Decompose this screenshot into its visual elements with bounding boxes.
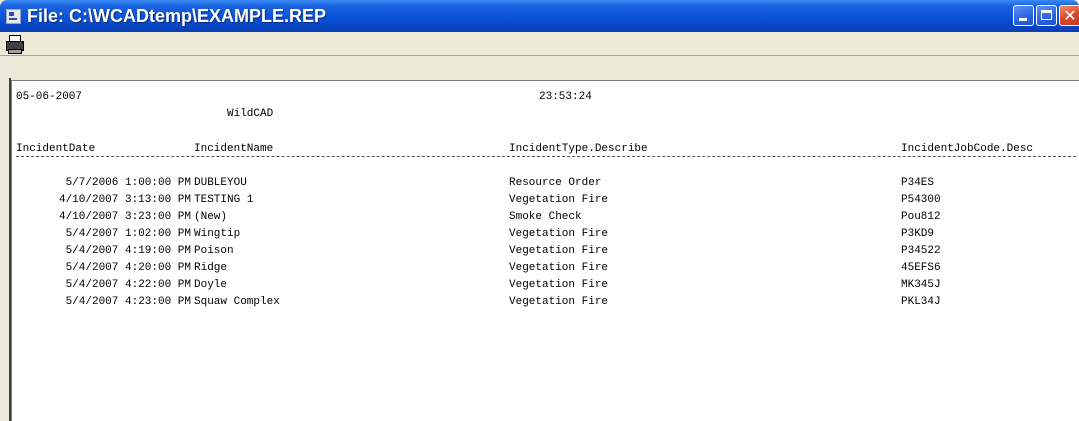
job-code-cell: 45EFS6 [901,262,941,274]
incident-type-cell: Resource Order [509,177,602,189]
job-code-cell: P34522 [901,245,941,257]
incident-name-cell: Ridge [194,262,228,274]
report-window: File: C:\WCADtemp\EXAMPLE.REP ✕ 05-06-20… [0,0,1079,421]
incident-date-cell: 5/4/2007 4:19:00 PM [65,245,191,257]
incident-type-cell: Vegetation Fire [509,194,609,206]
table-row: 5/4/2007 4:22:00 PM Doyle Vegetation Fir… [12,279,1079,296]
header-divider [16,156,1076,158]
incident-date-cell: 4/10/2007 3:13:00 PM [58,194,191,206]
column-header-incident-type: IncidentType.Describe [509,143,648,155]
incident-date-cell: 5/4/2007 4:20:00 PM [65,262,191,274]
minimize-icon [1019,18,1027,21]
incident-name-cell: Wingtip [194,228,241,240]
report-app-name: WildCAD [227,108,274,120]
window-title: File: C:\WCADtemp\EXAMPLE.REP [27,6,327,26]
maximize-icon [1041,10,1052,20]
incident-type-cell: Smoke Check [509,211,582,223]
incident-type-cell: Vegetation Fire [509,245,609,257]
table-row: 4/10/2007 3:23:00 PM (New) Smoke Check P… [12,211,1079,228]
table-row: 4/10/2007 3:13:00 PM TESTING 1 Vegetatio… [12,194,1079,211]
job-code-cell: Pou812 [901,211,941,223]
job-code-cell: P54300 [901,194,941,206]
job-code-cell: P34ES [901,177,935,189]
table-row: 5/4/2007 1:02:00 PM Wingtip Vegetation F… [12,228,1079,245]
toolbar [0,32,1079,78]
report-date: 05-06-2007 [16,91,83,103]
incident-name-cell: TESTING 1 [194,194,254,206]
close-icon: ✕ [1063,6,1077,25]
minimize-button[interactable] [1013,5,1034,26]
print-button[interactable] [5,34,25,54]
table-row: 5/4/2007 4:20:00 PM Ridge Vegetation Fir… [12,262,1079,279]
report-view[interactable]: 05-06-2007 23:53:24 WildCAD IncidentDate… [11,80,1079,421]
document-icon[interactable] [6,9,21,24]
incident-name-cell: DUBLEYOU [194,177,247,189]
column-header-incident-name: IncidentName [194,143,274,155]
maximize-button[interactable] [1036,5,1057,26]
job-code-cell: PKL34J [901,296,941,308]
incident-date-cell: 5/4/2007 4:22:00 PM [65,279,191,291]
job-code-cell: MK345J [901,279,941,291]
incident-name-cell: (New) [194,211,228,223]
incident-name-cell: Squaw Complex [194,296,280,308]
incident-name-cell: Poison [194,245,234,257]
incident-date-cell: 5/4/2007 1:02:00 PM [65,228,191,240]
title-bar[interactable]: File: C:\WCADtemp\EXAMPLE.REP ✕ [0,0,1079,32]
job-code-cell: P3KD9 [901,228,935,240]
incident-type-cell: Vegetation Fire [509,279,609,291]
table-row: 5/4/2007 4:23:00 PM Squaw Complex Vegeta… [12,296,1079,313]
incident-type-cell: Vegetation Fire [509,228,609,240]
toolbar-divider [0,55,1079,56]
incident-date-cell: 4/10/2007 3:23:00 PM [58,211,191,223]
column-header-incident-date: IncidentDate [16,143,96,155]
incident-type-cell: Vegetation Fire [509,296,609,308]
incident-name-cell: Doyle [194,279,228,291]
incident-date-cell: 5/7/2006 1:00:00 PM [65,177,191,189]
table-row: 5/7/2006 1:00:00 PM DUBLEYOU Resource Or… [12,177,1079,194]
incident-date-cell: 5/4/2007 4:23:00 PM [65,296,191,308]
report-time: 23:53:24 [539,91,592,103]
table-row: 5/4/2007 4:19:00 PM Poison Vegetation Fi… [12,245,1079,262]
incident-type-cell: Vegetation Fire [509,262,609,274]
close-button[interactable]: ✕ [1059,5,1079,26]
column-header-job-code: IncidentJobCode.Desc [901,143,1034,155]
